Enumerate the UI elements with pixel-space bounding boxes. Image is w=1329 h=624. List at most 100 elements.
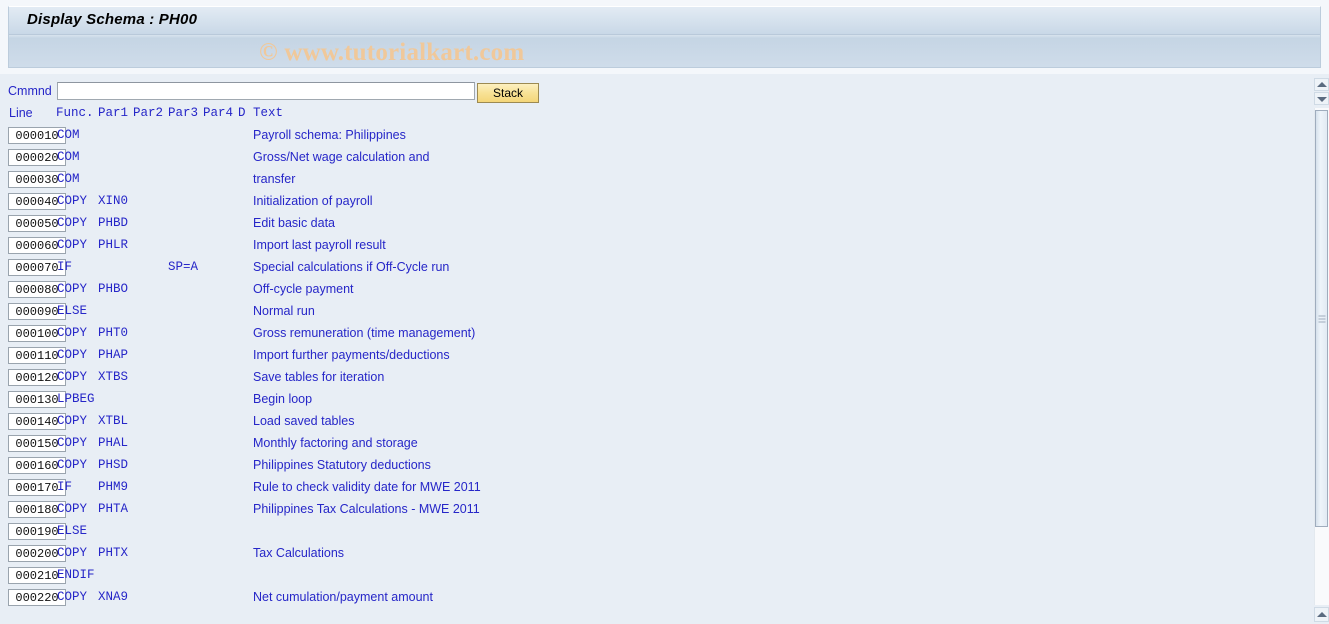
stack-button[interactable]: Stack: [477, 83, 539, 103]
cell-func: COPY: [57, 216, 88, 230]
cell-text: Off-cycle payment: [253, 282, 354, 296]
cell-text: Gross remuneration (time management): [253, 326, 476, 340]
cell-func: COPY: [57, 436, 88, 450]
cell-text: Normal run: [253, 304, 315, 318]
cell-text: Import last payroll result: [253, 238, 386, 252]
table-row: COPY PHT0 Gross remuneration (time managem…: [0, 323, 1313, 345]
table-row: COM Gross/Net wage calculation and: [0, 147, 1313, 169]
cell-text: Import further payments/deductions: [253, 348, 450, 362]
table-row: COPY XNA9 Net cumulation/payment amount: [0, 587, 1313, 609]
table-row: COM Payroll schema: Philippines: [0, 125, 1313, 147]
triangle-down-icon: [1316, 96, 1327, 102]
triangle-up-icon: [1316, 81, 1327, 87]
column-header-d: D: [238, 106, 246, 120]
page-title: Display Schema : PH00: [27, 11, 198, 28]
cell-func: COM: [57, 128, 80, 142]
cell-text: transfer: [253, 172, 296, 186]
cell-func: COPY: [57, 238, 88, 252]
cell-func: COPY: [57, 282, 88, 296]
cell-par1: PHBD: [98, 216, 129, 230]
cell-func: COPY: [57, 414, 88, 428]
sap-display-schema-window: Display Schema : PH00 © www.tutorialkart…: [0, 0, 1329, 624]
cell-func: COM: [57, 172, 80, 186]
cell-par1: XTBL: [98, 414, 129, 428]
title-bar-gradient: [9, 7, 1320, 35]
cell-par3: SP=A: [168, 260, 199, 274]
table-row: ENDIF: [0, 565, 1313, 587]
cell-par1: XNA9: [98, 590, 129, 604]
column-header-func: Func.: [56, 106, 94, 120]
cell-func: COPY: [57, 370, 88, 384]
column-header-text: Text: [253, 106, 284, 120]
column-header-line: Line: [9, 106, 33, 120]
cell-func: ENDIF: [57, 568, 95, 582]
cell-func: ELSE: [57, 304, 88, 318]
cell-par1: PHM9: [98, 480, 129, 494]
scroll-down-button-top[interactable]: [1314, 92, 1329, 105]
cell-func: LPBEG: [57, 392, 95, 406]
watermark-text: © www.tutorialkart.com: [259, 39, 525, 66]
cell-par1: PHLR: [98, 238, 129, 252]
table-row: COPY PHAL Monthly factoring and storage: [0, 433, 1313, 455]
bottom-filler: [0, 612, 1313, 624]
scroll-up-button-top[interactable]: [1314, 78, 1329, 91]
column-header-par2: Par2: [133, 106, 164, 120]
table-row: COPY PHTX Tax Calculations: [0, 543, 1313, 565]
cell-text: Initialization of payroll: [253, 194, 373, 208]
cell-func: COPY: [57, 326, 88, 340]
scroll-up-button-bottom[interactable]: [1314, 607, 1329, 622]
table-row: IF SP=A Special calculations if Off-Cycle …: [0, 257, 1313, 279]
column-header-par3: Par3: [168, 106, 199, 120]
cell-par1: PHT0: [98, 326, 129, 340]
cell-par1: PHBO: [98, 282, 129, 296]
cell-text: Gross/Net wage calculation and: [253, 150, 430, 164]
cell-func: COPY: [57, 348, 88, 362]
cell-par1: PHAP: [98, 348, 129, 362]
cell-text: Net cumulation/payment amount: [253, 590, 433, 604]
table-row: COPY PHBD Edit basic data: [0, 213, 1313, 235]
schema-table: Line Func. Par1 Par2 Par3 Par4 D Text CO…: [0, 106, 1313, 624]
table-row: COPY PHLR Import last payroll result: [0, 235, 1313, 257]
cell-text: Special calculations if Off-Cycle run: [253, 260, 450, 274]
cell-text: Philippines Statutory deductions: [253, 458, 431, 472]
table-row: COPY PHSD Philippines Statutory deductions: [0, 455, 1313, 477]
table-row: COPY PHAP Import further payments/deductio…: [0, 345, 1313, 367]
cell-func: ELSE: [57, 524, 88, 538]
table-row: ELSE Normal run: [0, 301, 1313, 323]
cell-text: Load saved tables: [253, 414, 355, 428]
cell-text: Payroll schema: Philippines: [253, 128, 406, 142]
cell-func: IF: [57, 480, 73, 494]
cell-text: Edit basic data: [253, 216, 335, 230]
table-row: LPBEG Begin loop: [0, 389, 1313, 411]
cell-text: Save tables for iteration: [253, 370, 385, 384]
table-row: ELSE: [0, 521, 1313, 543]
cell-func: COM: [57, 150, 80, 164]
scrollbar-grip-icon: [1318, 315, 1325, 322]
vertical-scrollbar-thumb[interactable]: [1315, 110, 1328, 527]
cell-func: COPY: [57, 458, 88, 472]
cell-func: COPY: [57, 194, 88, 208]
column-header-par1: Par1: [98, 106, 129, 120]
cell-par1: PHTA: [98, 502, 129, 516]
cell-par1: PHTX: [98, 546, 129, 560]
command-input[interactable]: [57, 82, 475, 100]
cell-func: COPY: [57, 546, 88, 560]
command-bar: Cmmnd: [0, 80, 1329, 106]
table-row: COPY XTBS Save tables for iteration: [0, 367, 1313, 389]
title-bar: Display Schema : PH00 © www.tutorialkart…: [8, 6, 1321, 68]
table-row: COM transfer: [0, 169, 1313, 191]
table-row: COPY PHBO Off-cycle payment: [0, 279, 1313, 301]
cell-text: Rule to check validity date for MWE 2011: [253, 480, 481, 494]
cell-par1: XTBS: [98, 370, 129, 384]
cell-text: Tax Calculations: [253, 546, 345, 560]
table-row: COPY PHTA Philippines Tax Calculations - M…: [0, 499, 1313, 521]
column-header-par4: Par4: [203, 106, 234, 120]
cell-func: IF: [57, 260, 73, 274]
cell-func: COPY: [57, 502, 88, 516]
cell-func: COPY: [57, 590, 88, 604]
command-label: Cmmnd: [8, 84, 52, 98]
cell-par1: XIN0: [98, 194, 129, 208]
cell-text: Monthly factoring and storage: [253, 436, 418, 450]
cell-text: Begin loop: [253, 392, 313, 406]
title-bar-area: Display Schema : PH00 © www.tutorialkart…: [0, 0, 1329, 74]
